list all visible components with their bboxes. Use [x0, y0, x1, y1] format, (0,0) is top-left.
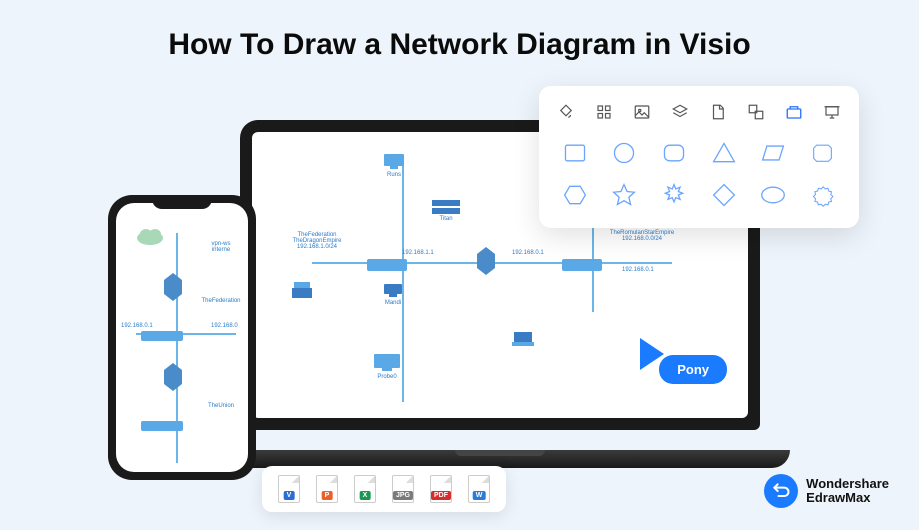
shape-seal[interactable] [805, 180, 841, 210]
node-laptop-small [512, 332, 534, 348]
file-excel[interactable]: X [352, 474, 378, 504]
file-word[interactable]: W [466, 474, 492, 504]
file-powerpoint[interactable]: P [314, 474, 340, 504]
arrange-icon[interactable] [747, 103, 765, 121]
shape-star[interactable] [607, 180, 643, 210]
phone-canvas: vpn-ws interne TheFederation 192.168.0.1… [116, 203, 248, 472]
node-probe: Probe0 [372, 352, 402, 380]
node-printer [292, 282, 312, 300]
brand-line1: Wondershare [806, 477, 889, 491]
node-switch1 [367, 259, 407, 273]
layers-icon[interactable] [671, 103, 689, 121]
phone-node-cloud [136, 227, 164, 247]
shape-hexagon[interactable] [557, 180, 593, 210]
brand-line2: EdrawMax [806, 491, 889, 505]
shape-chamfered-rect[interactable] [805, 138, 841, 168]
shapes-grid [557, 138, 841, 210]
shape-rounded-rect[interactable] [656, 138, 692, 168]
presentation-icon[interactable] [823, 103, 841, 121]
node-federation: TheFederation TheDragonEmpire 192.168.1.… [282, 232, 352, 250]
image-icon[interactable] [633, 103, 651, 121]
node-ip1: 192.168.1.1 [402, 250, 434, 256]
phone-node-ip2: 192.168.0 [211, 323, 238, 329]
phone-node-switch [141, 331, 183, 343]
phone-node-router [164, 273, 182, 303]
file-format-row: V P X JPG PDF W [262, 466, 506, 512]
shape-parallelogram[interactable] [756, 138, 792, 168]
page-icon[interactable] [709, 103, 727, 121]
file-pdf[interactable]: PDF [428, 474, 454, 504]
phone-node-switch2 [141, 421, 183, 433]
grid-icon[interactable] [595, 103, 613, 121]
node-switch2 [562, 259, 602, 273]
phone-node-vpn: vpn-ws interne [201, 241, 241, 253]
phone-node-ip: 192.168.0.1 [121, 323, 153, 329]
node-runs: Runs [382, 152, 406, 178]
shape-ellipse[interactable] [756, 180, 792, 210]
brand-logo-icon [764, 474, 798, 508]
shape-diamond[interactable] [706, 180, 742, 210]
node-ip3: 192.168.0.1 [622, 267, 654, 273]
page-title: How To Draw a Network Diagram in Visio [0, 0, 919, 62]
node-titan: Titan [432, 200, 460, 222]
phone-mockup: vpn-ws interne TheFederation 192.168.0.1… [108, 195, 256, 480]
node-ip2: 192.168.0.1 [512, 250, 544, 256]
toolbar-row [557, 100, 841, 124]
shape-burst[interactable] [656, 180, 692, 210]
shapes-panel [539, 86, 859, 228]
node-router1 [477, 247, 495, 277]
shape-rectangle[interactable] [557, 138, 593, 168]
brand: Wondershare EdrawMax [764, 474, 889, 508]
pony-badge[interactable]: Pony [659, 355, 727, 384]
phone-node-union: TheUnion [201, 403, 241, 409]
file-jpg[interactable]: JPG [390, 474, 416, 504]
phone-node-router2 [164, 363, 182, 393]
node-mandi: Mandi [382, 282, 404, 306]
phone-node-federation: TheFederation [196, 298, 246, 304]
shape-triangle[interactable] [706, 138, 742, 168]
file-visio[interactable]: V [276, 474, 302, 504]
shape-circle[interactable] [607, 138, 643, 168]
shapes-icon[interactable] [785, 103, 803, 121]
fill-icon[interactable] [557, 103, 575, 121]
